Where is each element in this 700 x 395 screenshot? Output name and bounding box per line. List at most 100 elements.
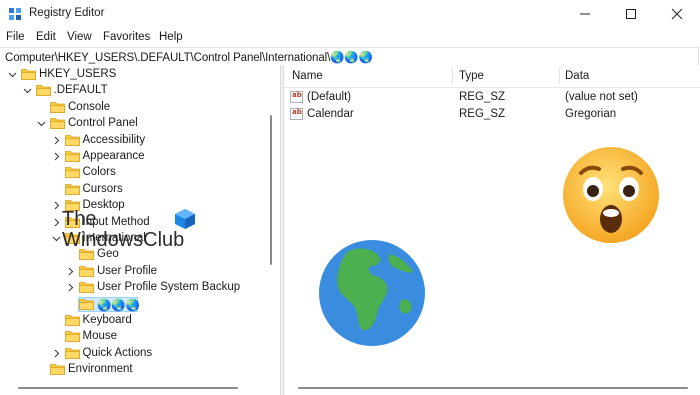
- menu-bar: File Edit View Favorites Help: [0, 28, 700, 46]
- chevron-right-icon[interactable]: [52, 218, 61, 227]
- folder-icon: [79, 265, 94, 277]
- column-type[interactable]: Type: [459, 70, 484, 82]
- menu-help[interactable]: Help: [159, 31, 183, 43]
- title-bar: Registry Editor: [0, 0, 700, 29]
- chevron-right-icon[interactable]: [52, 201, 61, 210]
- watermark: The WindowsClub: [62, 208, 202, 253]
- tree-node[interactable]: Environment: [0, 362, 266, 378]
- folder-icon: [64, 183, 80, 195]
- value-name: (Default): [307, 91, 352, 103]
- watermark-line2: WindowsClub: [62, 229, 185, 251]
- tree-node[interactable]: Mouse: [0, 329, 266, 345]
- folder-icon: [21, 69, 36, 80]
- folder-icon: [79, 282, 94, 294]
- menu-edit[interactable]: Edit: [36, 31, 56, 43]
- column-divider[interactable]: [452, 68, 453, 84]
- tree-node[interactable]: Colors: [0, 165, 266, 181]
- folder-icon: [64, 167, 80, 179]
- tree-node[interactable]: Console: [0, 100, 266, 116]
- scroll-thumb[interactable]: [270, 115, 272, 265]
- tree-node[interactable]: User Profile: [0, 264, 266, 280]
- tree-node[interactable]: Control Panel: [0, 116, 266, 132]
- watermark-logo-icon: [175, 209, 195, 229]
- registry-editor-icon: [9, 8, 21, 20]
- values-horizontal-scrollbar[interactable]: [284, 383, 700, 393]
- key-tree-pane[interactable]: HKEY_USERS .DEFAULT Console Control Panel Ac…: [0, 65, 280, 395]
- column-header: Name Type Data: [284, 65, 700, 88]
- tree-node[interactable]: HKEY_USERS: [0, 67, 266, 83]
- minimize-button[interactable]: [562, 0, 608, 28]
- chevron-right-icon[interactable]: [52, 152, 61, 161]
- string-value-icon: ab: [290, 91, 303, 103]
- address-path: Computer\HKEY_USERS\.DEFAULT\Control Pan…: [5, 52, 373, 64]
- tree-node-label: User Profile: [97, 264, 158, 277]
- value-row[interactable]: ab (Default) REG_SZ (value not set): [284, 89, 700, 106]
- value-type: REG_SZ: [459, 108, 506, 120]
- menu-file[interactable]: File: [6, 31, 25, 43]
- tree-node[interactable]: .DEFAULT: [0, 83, 266, 99]
- chevron-down-icon[interactable]: [23, 86, 32, 95]
- minimize-icon: [580, 13, 590, 15]
- folder-icon: [64, 347, 80, 359]
- folder-icon: [50, 101, 65, 113]
- address-bar[interactable]: Computer\HKEY_USERS\.DEFAULT\Control Pan…: [0, 47, 699, 66]
- maximize-button[interactable]: [608, 0, 654, 28]
- value-type: REG_SZ: [459, 91, 506, 103]
- chevron-right-icon[interactable]: [52, 136, 61, 145]
- menu-favorites[interactable]: Favorites: [103, 31, 150, 43]
- tree-node-label: Console: [68, 100, 111, 113]
- column-data[interactable]: Data: [565, 70, 589, 82]
- folder-icon: [50, 364, 65, 376]
- folder-icon: [79, 298, 94, 310]
- folder-icon: [64, 134, 80, 146]
- menu-view[interactable]: View: [67, 31, 92, 43]
- column-name[interactable]: Name: [292, 70, 323, 82]
- chevron-right-icon[interactable]: [66, 267, 75, 276]
- tree-node[interactable]: Appearance: [0, 149, 266, 165]
- tree-node-label: 🌏🌏🌏: [97, 299, 140, 312]
- folder-icon: [35, 85, 51, 97]
- chevron-right-icon[interactable]: [66, 283, 75, 292]
- value-name: Calendar: [307, 108, 354, 120]
- window-title: Registry Editor: [29, 7, 105, 19]
- folder-icon: [50, 118, 65, 130]
- tree-node-label: User Profile System Backup: [97, 281, 241, 294]
- tree-node-label: Cursors: [82, 182, 123, 195]
- tree-vertical-scrollbar[interactable]: [266, 65, 276, 377]
- tree-node-label: Quick Actions: [82, 346, 153, 359]
- tree-node[interactable]: Quick Actions: [0, 346, 266, 362]
- close-button[interactable]: [654, 0, 700, 28]
- astonished-face-emoji-icon: [563, 147, 659, 243]
- value-data: Gregorian: [565, 108, 617, 120]
- value-row[interactable]: ab Calendar REG_SZ Gregorian: [284, 106, 700, 123]
- values-pane[interactable]: Name Type Data ab (Default) REG_SZ (valu…: [284, 65, 700, 395]
- close-icon: [671, 8, 683, 20]
- tree-node[interactable]: User Profile System Backup: [0, 280, 266, 296]
- chevron-down-icon[interactable]: [37, 119, 46, 128]
- tree-node-label: Environment: [68, 363, 133, 376]
- chevron-right-icon[interactable]: [52, 349, 61, 358]
- tree-node-label: Keyboard: [82, 314, 132, 326]
- tree-node[interactable]: 🌏🌏🌏: [0, 296, 266, 313]
- tree-node[interactable]: Accessibility: [0, 133, 266, 149]
- chevron-down-icon[interactable]: [52, 234, 61, 243]
- string-value-icon: ab: [290, 108, 303, 120]
- tree-node-label: .DEFAULT: [53, 84, 108, 97]
- tree-node-label: Appearance: [82, 150, 145, 162]
- tree-node-label: Accessibility: [82, 133, 146, 146]
- tree-horizontal-scrollbar[interactable]: [0, 383, 280, 393]
- folder-icon: [64, 151, 80, 162]
- tree-node-label: Colors: [82, 166, 116, 179]
- scroll-thumb[interactable]: [298, 387, 688, 389]
- tree-node[interactable]: Keyboard: [0, 313, 266, 329]
- chevron-down-icon[interactable]: [8, 70, 17, 79]
- tree-node-label: HKEY_USERS: [39, 68, 117, 80]
- watermark-line1: The: [62, 208, 97, 230]
- tree-node-label: Control Panel: [68, 117, 138, 130]
- scroll-thumb[interactable]: [18, 387, 238, 389]
- tree-node[interactable]: Cursors: [0, 182, 266, 198]
- folder-icon: [64, 315, 80, 326]
- maximize-icon: [626, 9, 636, 19]
- tree-node-label: Mouse: [82, 330, 118, 343]
- column-divider[interactable]: [559, 68, 560, 84]
